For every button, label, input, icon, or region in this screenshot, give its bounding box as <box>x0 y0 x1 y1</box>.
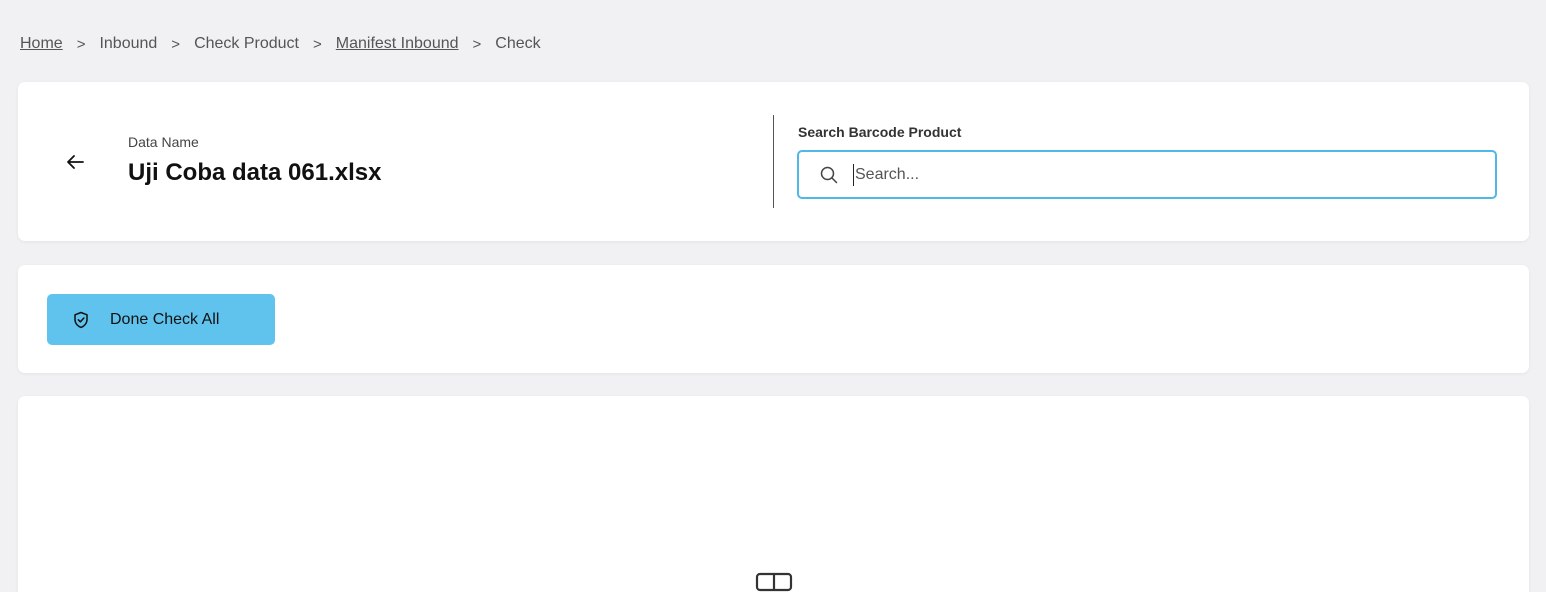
done-check-all-button[interactable]: Done Check All <box>47 294 275 345</box>
search-label: Search Barcode Product <box>798 124 962 140</box>
columns-icon <box>755 572 793 592</box>
shield-check-icon <box>72 311 90 329</box>
content-card <box>18 396 1529 592</box>
breadcrumb-manifest-inbound[interactable]: Manifest Inbound <box>336 35 459 53</box>
page: Home > Inbound > Check Product > Manifes… <box>0 0 1546 592</box>
breadcrumb-inbound: Inbound <box>99 35 158 52</box>
breadcrumb-separator: > <box>76 35 86 53</box>
breadcrumb-home[interactable]: Home <box>20 35 63 53</box>
search-input[interactable] <box>853 163 1457 186</box>
header-divider <box>773 115 774 208</box>
breadcrumb-separator: > <box>171 35 181 53</box>
back-button[interactable] <box>60 150 90 178</box>
search-field[interactable] <box>797 150 1497 199</box>
data-name-value: Uji Coba data 061.xlsx <box>128 159 382 186</box>
breadcrumb-separator: > <box>472 35 482 53</box>
done-check-all-label: Done Check All <box>110 310 220 328</box>
breadcrumb-check: Check <box>495 35 541 52</box>
data-name-label: Data Name <box>128 134 199 150</box>
arrow-left-icon <box>65 154 85 175</box>
search-icon <box>819 165 839 185</box>
breadcrumb-check-product: Check Product <box>194 35 299 52</box>
breadcrumb-separator: > <box>313 35 322 53</box>
breadcrumb: Home > Inbound > Check Product > Manifes… <box>20 35 541 53</box>
